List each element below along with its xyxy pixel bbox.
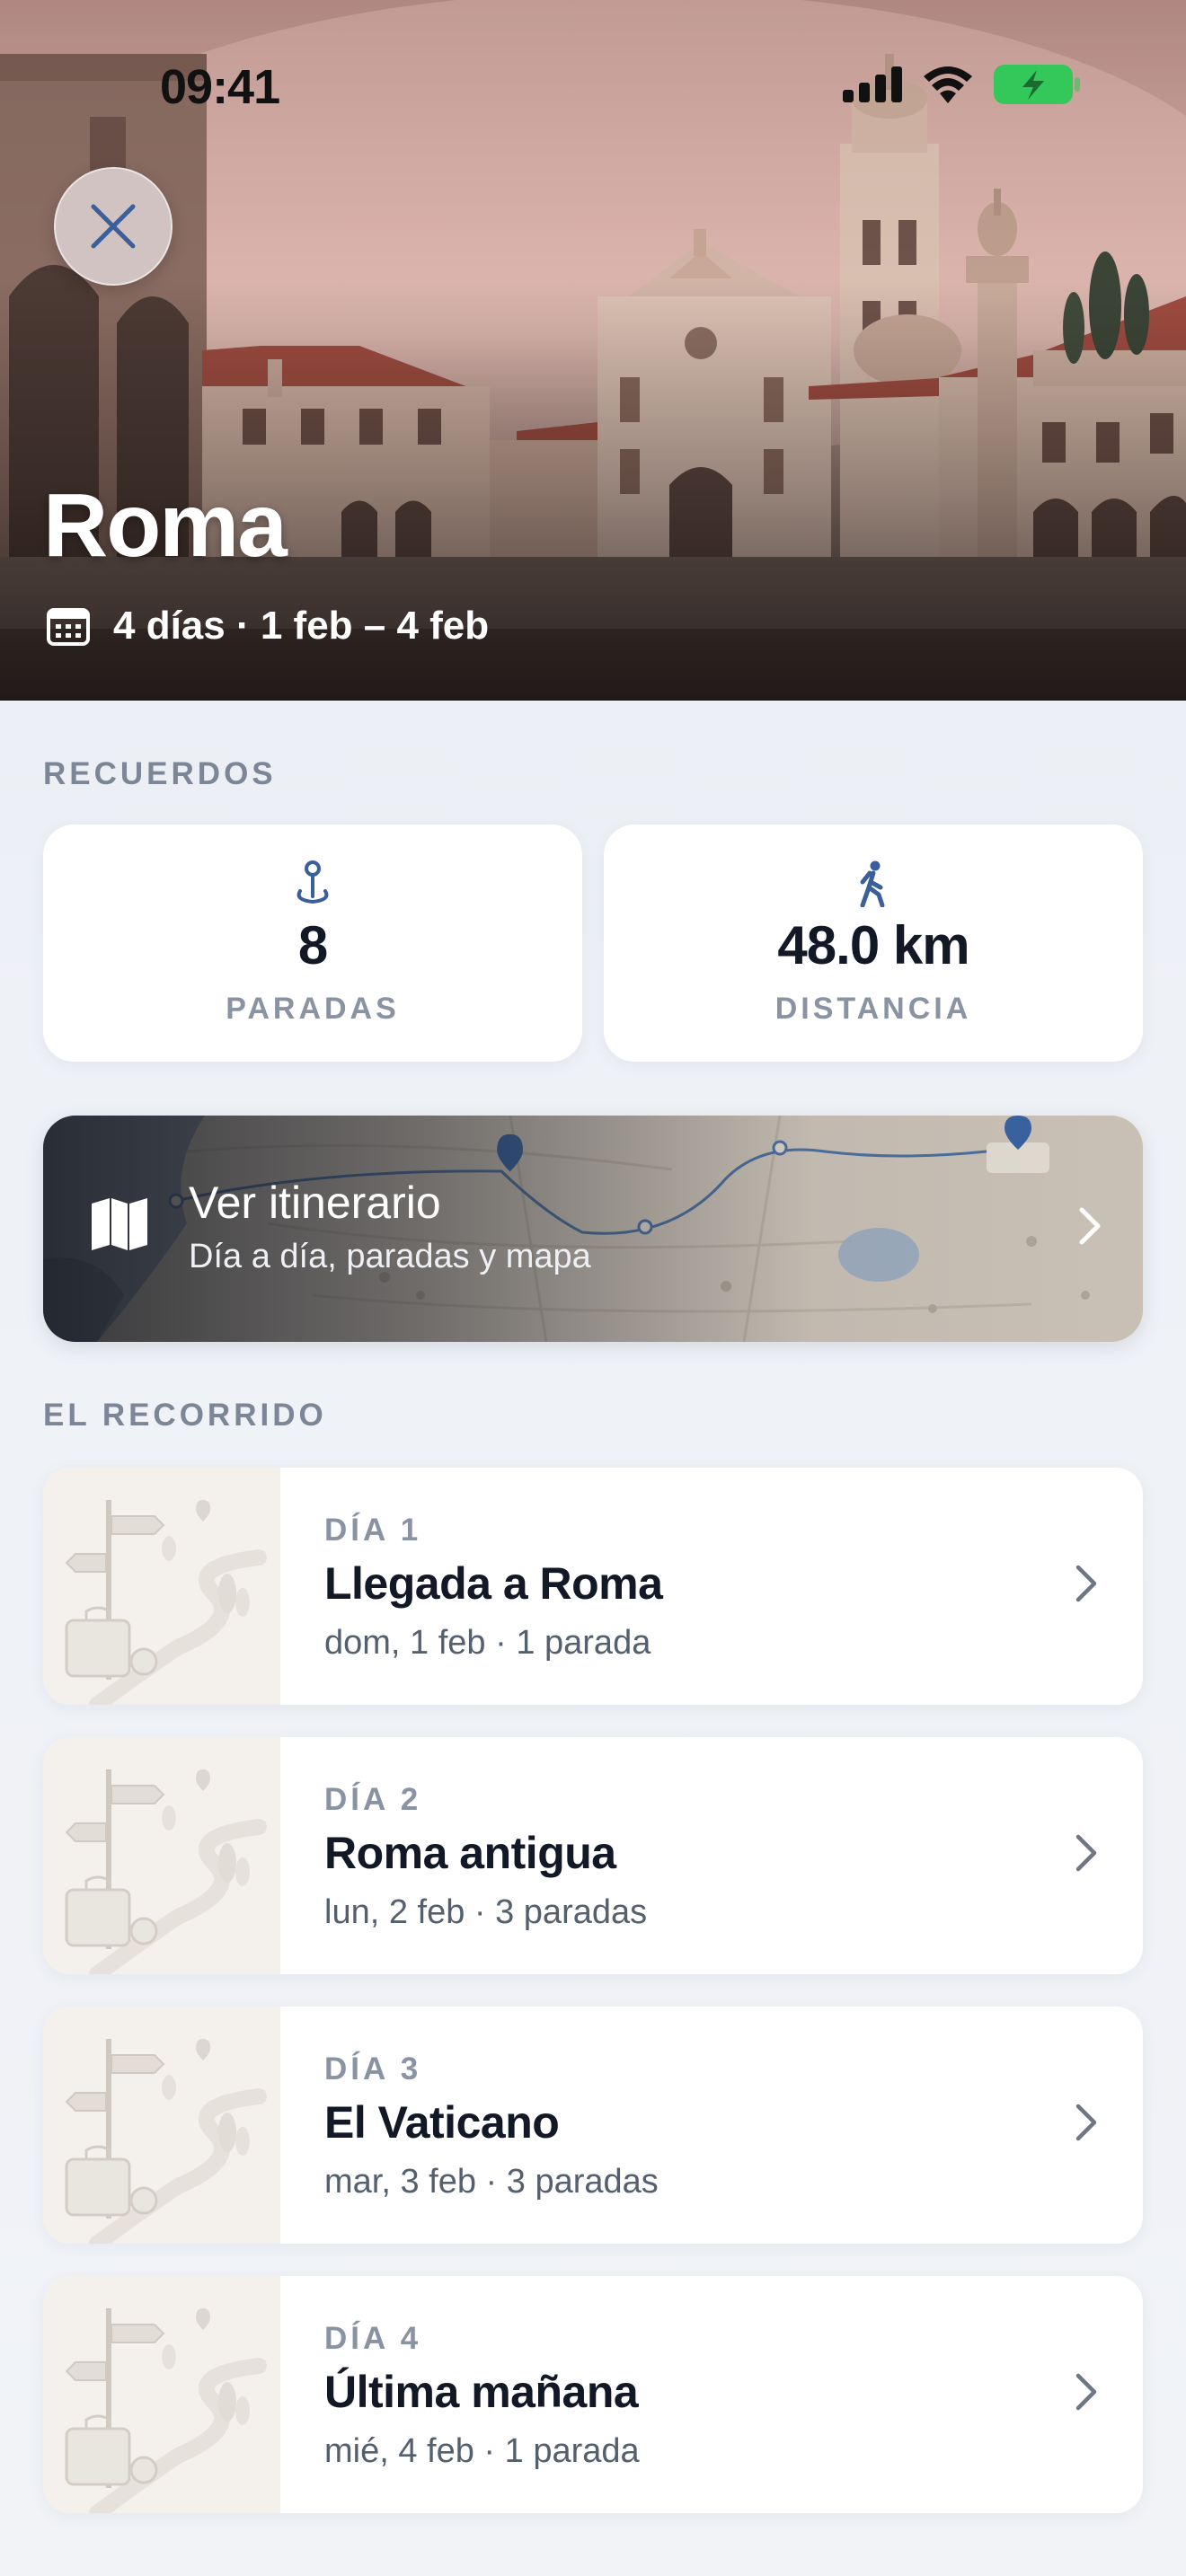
day-card-4[interactable]: DÍA 4 Última mañana mié, 4 feb · 1 parad… [43,2276,1143,2513]
view-itinerary-button[interactable]: Ver itinerario Día a día, paradas y mapa [43,1116,1143,1342]
chevron-right-icon [1075,1834,1097,1872]
trip-dates-text: 4 días · 1 feb – 4 feb [113,604,490,648]
day-card-3[interactable]: DÍA 3 El Vaticano mar, 3 feb · 3 paradas [43,2007,1143,2244]
day-thumbnail [43,1737,280,1974]
day-title: Llegada a Roma [324,1558,663,1609]
hero-header: 09:41 Roma 4 días · 1 feb – 4 feb [0,0,1186,701]
day-meta: mar, 3 feb · 3 paradas [324,2163,659,2201]
page-title: Roma [43,475,288,576]
itinerary-subtitle: Día a día, paradas y mapa [189,1238,591,1275]
section-heading-route: EL RECORRIDO [43,1398,327,1433]
day-number: DÍA 2 [324,1782,422,1817]
walking-icon [860,860,885,907]
day-thumbnail [43,2007,280,2244]
status-time: 09:41 [160,60,280,114]
day-title: Última mañana [324,2367,639,2417]
trip-dates: 4 días · 1 feb – 4 feb [47,604,489,648]
map-icon [92,1198,147,1250]
calendar-icon [47,608,90,646]
chevron-right-icon [1079,1207,1101,1245]
day-number: DÍA 4 [324,2321,422,2356]
day-title: El Vaticano [324,2097,560,2148]
status-icons [843,65,1080,109]
cellular-signal-icon [843,66,902,107]
chevron-right-icon [1075,1565,1097,1602]
chevron-right-icon [1075,2104,1097,2141]
day-number: DÍA 1 [324,1513,422,1548]
battery-charging-icon [994,65,1080,109]
distance-value: 48.0 km [777,915,969,975]
day-card-2[interactable]: DÍA 2 Roma antigua lun, 2 feb · 3 parada… [43,1737,1143,1974]
section-heading-memories: RECUERDOS [43,756,277,791]
stat-card-distance: 48.0 km DISTANCIA [604,825,1143,1062]
day-thumbnail [43,2276,280,2513]
day-number: DÍA 3 [324,2051,422,2086]
day-meta: lun, 2 feb · 3 paradas [324,1893,648,1931]
distance-label: DISTANCIA [774,992,972,1026]
pin-icon [296,860,329,904]
stops-label: PARADAS [226,992,400,1026]
chevron-right-icon [1075,2373,1097,2411]
close-button[interactable] [54,167,173,286]
itinerary-title: Ver itinerario [189,1178,441,1228]
day-meta: mié, 4 feb · 1 parada [324,2432,640,2470]
close-icon [91,204,136,249]
wifi-icon [922,66,974,108]
stat-card-stops: 8 PARADAS [43,825,582,1062]
day-meta: dom, 1 feb · 1 parada [324,1624,651,1662]
day-title: Roma antigua [324,1828,616,1878]
day-thumbnail [43,1468,280,1705]
day-card-1[interactable]: DÍA 1 Llegada a Roma dom, 1 feb · 1 para… [43,1468,1143,1705]
stops-value: 8 [297,915,328,975]
